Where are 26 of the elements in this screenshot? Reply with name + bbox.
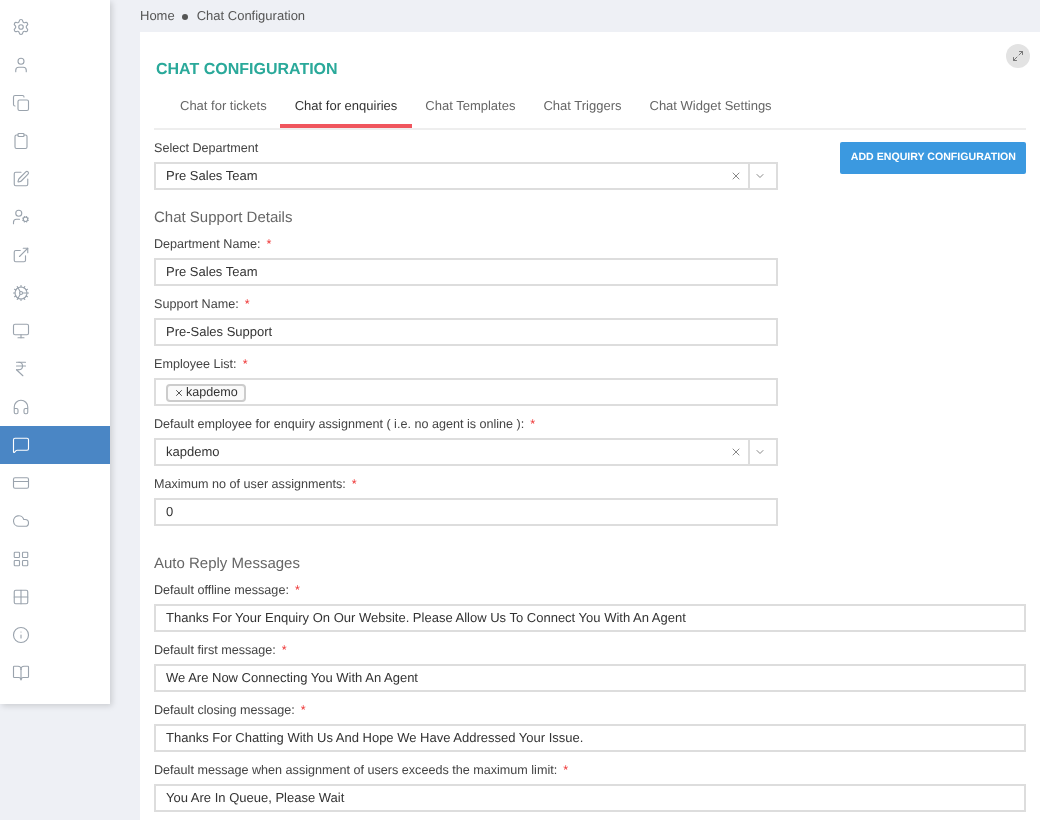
user-icon: [12, 56, 30, 74]
clipboard-icon: [12, 132, 30, 150]
chat-icon: [12, 436, 30, 454]
grid-icon: [12, 588, 30, 606]
clear-icon[interactable]: [730, 170, 742, 182]
gear-icon: [12, 284, 30, 302]
info-icon: [12, 626, 30, 644]
rupee-icon: [12, 360, 30, 378]
chevron-down-icon[interactable]: [754, 446, 766, 458]
chevron-down-icon[interactable]: [754, 170, 766, 182]
cloud-icon: [12, 512, 30, 530]
grid-icon: [12, 550, 30, 568]
book-icon: [12, 664, 30, 682]
user-gear-icon: [12, 208, 30, 226]
separator-dot: [182, 13, 189, 19]
edit-icon: [12, 170, 30, 188]
external-link-icon: [12, 246, 30, 264]
clear-icon[interactable]: [730, 446, 742, 458]
card-icon: [12, 474, 30, 492]
monitor-icon: [12, 322, 30, 340]
sidebar-item[interactable]: [0, 426, 110, 464]
headphones-icon: [12, 398, 30, 416]
copy-icon: [12, 94, 30, 112]
card-title: CHAT CONFIGURATION: [154, 58, 338, 82]
settings-icon: [12, 18, 30, 36]
expand-button[interactable]: [1006, 44, 1030, 68]
